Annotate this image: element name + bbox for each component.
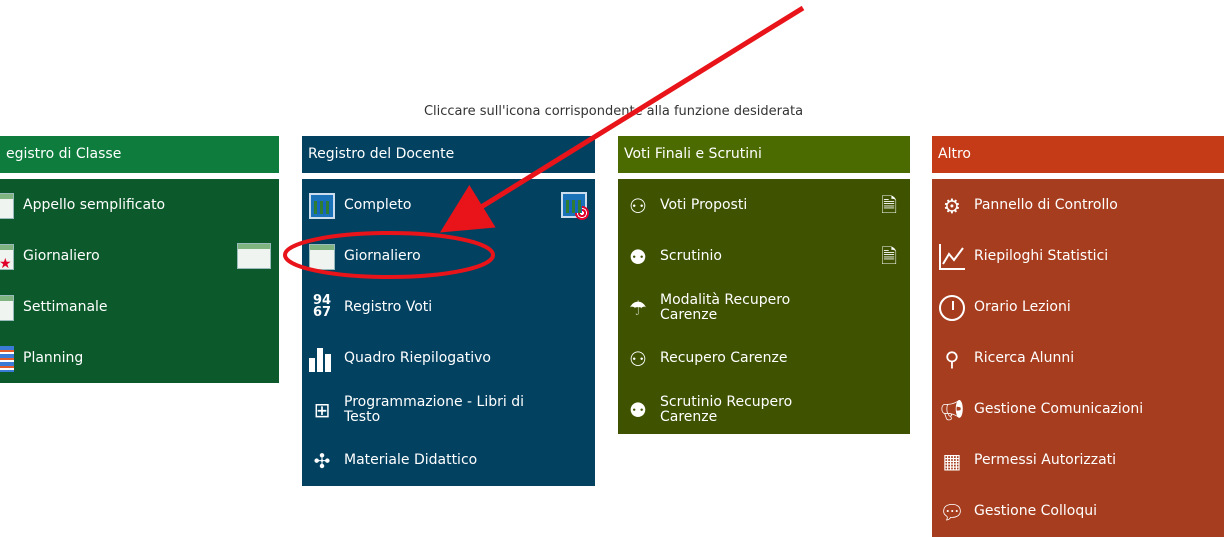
menu-item-label: Scrutinio: [660, 248, 722, 264]
menu-item-label: Quadro Riepilogativo: [344, 350, 491, 366]
menu-item-label: Recupero Carenze: [660, 350, 788, 366]
weekly-register-icon: [0, 294, 14, 321]
calendar-clock-icon: ▦: [942, 448, 962, 473]
panel-body: Completo Giornaliero 94 67 Registro Voti …: [302, 179, 595, 486]
panel-title: Registro del Docente: [302, 136, 595, 173]
menu-item-appello-semplificato[interactable]: Appello semplificato: [0, 180, 279, 231]
menu-item-label: Programmazione - Libri di Testo: [344, 393, 524, 425]
menu-item-gestione-colloqui[interactable]: 💬︎ Gestione Colloqui: [932, 486, 1224, 537]
panel-body: Appello semplificato ★ Giornaliero Setti…: [0, 179, 279, 383]
document-icon[interactable]: 🗎: [876, 192, 902, 218]
menu-item-scrutinio-recupero-carenze[interactable]: ⚉ Scrutinio Recupero Carenze: [618, 384, 910, 435]
clock-icon: [939, 294, 965, 321]
menu-item-scrutinio[interactable]: ⚉ Scrutinio 🗎: [618, 231, 910, 282]
user-add-icon: ⚇: [629, 346, 647, 371]
menu-item-completo[interactable]: Completo: [302, 180, 595, 231]
menu-item-modalita-recupero-carenze[interactable]: ☂ Modalità Recupero Carenze: [618, 282, 910, 333]
menu-item-label: Appello semplificato: [23, 197, 166, 213]
menu-item-label: Completo: [344, 197, 412, 213]
bar-chart-icon: [309, 346, 335, 372]
menu-item-label: Pannello di Controllo: [974, 197, 1118, 213]
menu-item-label: Materiale Didattico: [344, 452, 478, 468]
menu-item-programmazione[interactable]: ⊞ Programmazione - Libri di Testo: [302, 384, 595, 435]
menu-item-voti-proposti[interactable]: ⚇ Voti Proposti 🗎: [618, 180, 910, 231]
menu-item-ricerca-alunni[interactable]: ⚲ Ricerca Alunni: [932, 333, 1224, 384]
menu-item-giornaliero-docente[interactable]: Giornaliero: [302, 231, 595, 282]
menu-item-riepiloghi-statistici[interactable]: Riepiloghi Statistici: [932, 231, 1224, 282]
menu-item-materiale-didattico[interactable]: ✣ Materiale Didattico: [302, 435, 595, 486]
spreadsheet-icon[interactable]: [237, 243, 271, 269]
menu-item-label: Gestione Colloqui: [974, 503, 1097, 519]
user-search-icon: ⚲: [944, 346, 960, 371]
gears-icon: ⚙: [943, 193, 961, 218]
user-outline-icon: ⚇: [629, 193, 647, 218]
menu-item-permessi-autorizzati[interactable]: ▦ Permessi Autorizzati: [932, 435, 1224, 486]
panel-registro-del-docente: Registro del Docente Completo Giornalier…: [302, 136, 595, 486]
users-outline-icon: ⚉: [629, 244, 647, 269]
calendar-icon: [309, 192, 335, 219]
panel-body: ⚇ Voti Proposti 🗎 ⚉ Scrutinio 🗎 ☂ Modali…: [618, 179, 910, 434]
menu-item-label: Orario Lezioni: [974, 299, 1071, 315]
menu-item-label: Planning: [23, 350, 84, 366]
spreadsheet-icon: [309, 243, 335, 270]
grades-icon: 94 67: [312, 292, 332, 320]
panel-registro-di-classe: egistro di Classe Appello semplificato ★…: [0, 136, 279, 383]
panel-body: ⚙ Pannello di Controllo Riepiloghi Stati…: [932, 179, 1224, 537]
panel-altro: Altro ⚙ Pannello di Controllo Riepiloghi…: [932, 136, 1224, 537]
panel-title: Altro: [932, 136, 1224, 173]
menu-item-planning[interactable]: Planning: [0, 333, 279, 384]
planning-icon: [0, 345, 14, 372]
panel-title: egistro di Classe: [0, 136, 279, 173]
menu-item-label: Voti Proposti: [660, 197, 748, 213]
menu-item-registro-voti[interactable]: 94 67 Registro Voti: [302, 282, 595, 333]
menu-item-recupero-carenze[interactable]: ⚇ Recupero Carenze: [618, 333, 910, 384]
group-icon: ⚉: [629, 397, 647, 422]
document-check-icon[interactable]: 🗎: [876, 243, 902, 269]
umbrella-icon: ☂: [629, 295, 647, 320]
hierarchy-icon: ⊞: [313, 397, 331, 422]
menu-item-label: Modalità Recupero Carenze: [660, 291, 791, 323]
chat-bubbles-icon: 💬︎: [939, 499, 965, 524]
calendar-target-icon[interactable]: [561, 192, 589, 220]
megaphone-icon: 📢︎: [939, 397, 965, 422]
menu-item-label: Registro Voti: [344, 299, 433, 315]
panel-title: Voti Finali e Scrutini: [618, 136, 910, 173]
menu-item-label: Giornaliero: [23, 248, 100, 264]
panel-voti-finali-e-scrutini: Voti Finali e Scrutini ⚇ Voti Proposti 🗎…: [618, 136, 910, 434]
menu-item-label: Settimanale: [23, 299, 108, 315]
menu-item-giornaliero-classe[interactable]: ★ Giornaliero: [0, 231, 279, 282]
menu-item-label: Ricerca Alunni: [974, 350, 1075, 366]
menu-item-label: Gestione Comunicazioni: [974, 401, 1144, 417]
menu-item-orario-lezioni[interactable]: Orario Lezioni: [932, 282, 1224, 333]
menu-item-settimanale[interactable]: Settimanale: [0, 282, 279, 333]
menu-item-quadro-riepilogativo[interactable]: Quadro Riepilogativo: [302, 333, 595, 384]
instruction-text: Cliccare sull'icona corrispondente alla …: [423, 104, 804, 119]
checklist-icon: [0, 192, 14, 219]
menu-item-label: Scrutinio Recupero Carenze: [660, 393, 793, 425]
menu-item-label: Riepiloghi Statistici: [974, 248, 1109, 264]
menu-item-label: Permessi Autorizzati: [974, 452, 1117, 468]
menu-item-label: Giornaliero: [344, 248, 421, 264]
menu-item-gestione-comunicazioni[interactable]: 📢︎ Gestione Comunicazioni: [932, 384, 1224, 435]
puzzle-icon: ✣: [313, 448, 331, 473]
line-chart-icon: [939, 243, 965, 270]
daily-register-icon: ★: [0, 243, 14, 271]
menu-item-pannello-di-controllo[interactable]: ⚙ Pannello di Controllo: [932, 180, 1224, 231]
